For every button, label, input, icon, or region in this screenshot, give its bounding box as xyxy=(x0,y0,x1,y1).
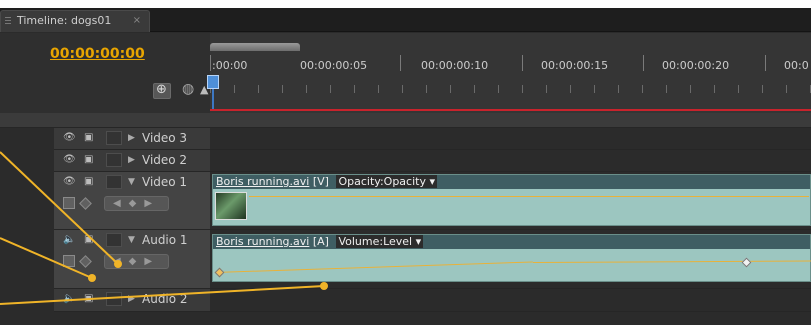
playhead-stem xyxy=(212,89,214,109)
lock-toggle[interactable] xyxy=(106,153,122,167)
track-label: Audio 2 xyxy=(142,292,188,306)
clip-header: Boris running.avi [V] Opacity:Opacity ▾ xyxy=(213,175,810,189)
lock-toggle[interactable] xyxy=(106,175,122,189)
lane-audio2[interactable] xyxy=(210,289,811,312)
timeline-header: 00:00:00:00 ◍ ▲ :00:00 00:00:00:05 00:00… xyxy=(0,33,811,113)
video-clip[interactable]: Boris running.avi [V] Opacity:Opacity ▾ xyxy=(212,174,811,226)
timeline-panel: Timeline: dogs01 × 00:00:00:00 ◍ ▲ :00:0… xyxy=(0,8,811,325)
keyframe-navigator[interactable]: ◀◆▶ xyxy=(104,196,169,211)
keyframe-marker[interactable] xyxy=(214,267,225,278)
volume-rubberband[interactable] xyxy=(214,261,533,273)
ruler-label: 00:0 xyxy=(784,59,809,72)
drag-grip-icon[interactable] xyxy=(5,17,11,26)
clip-property-menu[interactable]: Opacity:Opacity ▾ xyxy=(336,175,437,188)
audio-clip[interactable]: Boris running.avi [A] Volume:Level ▾ xyxy=(212,234,811,282)
snap-icon[interactable] xyxy=(153,82,171,99)
clip-thumbnail xyxy=(215,192,247,220)
ruler-tick xyxy=(210,55,211,71)
track-label: Video 3 xyxy=(142,131,188,145)
lock-toggle[interactable] xyxy=(106,233,122,247)
film-icon[interactable]: ▣ xyxy=(84,234,93,245)
display-style-icon[interactable] xyxy=(63,197,75,209)
work-area-bar[interactable] xyxy=(210,43,300,51)
eye-icon[interactable]: 👁 xyxy=(63,176,76,187)
track-header-audio1[interactable]: 🔈 ▣ ▼ Audio 1 ⋈ ◀◆▶ L R xyxy=(54,230,264,289)
track-label: Audio 1 xyxy=(142,233,188,247)
tab-title: Timeline: dogs01 xyxy=(17,14,112,27)
current-timecode[interactable]: 00:00:00:00 xyxy=(50,46,145,62)
lane-video2[interactable] xyxy=(210,150,811,172)
clip-title: Boris running.avi [A] Volume:Level ▾ xyxy=(216,235,424,249)
close-icon[interactable]: × xyxy=(133,11,141,31)
time-ruler[interactable]: :00:00 00:00:00:05 00:00:00:10 00:00:00:… xyxy=(207,33,811,113)
track-header-audio2[interactable]: 🔈 ▣ ▶ Audio 2 ⋈ xyxy=(54,289,260,312)
speaker-icon[interactable]: 🔈 xyxy=(63,234,75,245)
expand-triangle-icon[interactable]: ▼ xyxy=(128,177,135,187)
playhead-line xyxy=(210,109,811,111)
lock-toggle[interactable] xyxy=(106,131,122,145)
clip-tag: [A] xyxy=(312,235,329,248)
clip-title: Boris running.avi [V] Opacity:Opacity ▾ xyxy=(216,175,437,189)
clip-header: Boris running.avi [A] Volume:Level ▾ xyxy=(213,235,810,249)
ruler-tick xyxy=(400,55,401,71)
clip-name[interactable]: Boris running.avi xyxy=(216,175,309,188)
lock-toggle[interactable] xyxy=(106,292,122,306)
speaker-icon[interactable]: 🔈 xyxy=(63,293,75,304)
ruler-label: 00:00:00:05 xyxy=(300,59,368,72)
keyframe-navigator[interactable]: ◀◆▶ xyxy=(104,254,169,269)
keyframe-marker[interactable] xyxy=(741,257,752,268)
collapse-triangle-icon[interactable]: ▶ xyxy=(128,294,135,304)
film-icon[interactable]: ▣ xyxy=(84,154,93,165)
clip-name[interactable]: Boris running.avi xyxy=(216,235,309,248)
ruler-label: 00:00:00:20 xyxy=(662,59,730,72)
track-display-controls: ◀◆▶ xyxy=(59,252,169,270)
ruler-label: 00:00:00:10 xyxy=(421,59,489,72)
timeline-spacer xyxy=(0,113,811,128)
show-keyframes-icon[interactable] xyxy=(79,197,92,210)
track-header-video2[interactable]: 👁 ▣ ▶ Video 2 xyxy=(54,150,210,172)
ruler-tick xyxy=(522,55,523,71)
film-icon[interactable]: ▣ xyxy=(84,132,93,143)
waveform-display-icon[interactable] xyxy=(63,255,75,267)
track-header-video3[interactable]: 👁 ▣ ▶ Video 3 xyxy=(54,128,210,150)
tab-bar: Timeline: dogs01 × xyxy=(0,8,811,32)
clip-property-menu[interactable]: Volume:Level ▾ xyxy=(336,235,424,248)
film-icon[interactable]: ▣ xyxy=(84,293,93,304)
volume-rubberband[interactable] xyxy=(532,260,811,263)
expand-triangle-icon[interactable]: ▼ xyxy=(128,235,135,245)
eye-icon[interactable]: 👁 xyxy=(63,154,76,165)
ruler-label: 00:00:00:15 xyxy=(541,59,609,72)
clip-tag: [V] xyxy=(312,175,329,188)
ruler-tick xyxy=(765,55,766,71)
ruler-tick xyxy=(643,55,644,71)
timeline-tab[interactable]: Timeline: dogs01 × xyxy=(0,10,150,32)
marker-icon[interactable]: ◍ xyxy=(182,81,200,97)
ruler-label: :00:00 xyxy=(212,59,248,72)
collapse-triangle-icon[interactable]: ▶ xyxy=(128,133,135,143)
lane-video3[interactable] xyxy=(210,128,811,150)
collapse-triangle-icon[interactable]: ▶ xyxy=(128,155,135,165)
track-label: Video 1 xyxy=(142,175,188,189)
film-icon[interactable]: ▣ xyxy=(84,176,93,187)
show-keyframes-icon[interactable] xyxy=(79,255,92,268)
opacity-rubberband[interactable] xyxy=(249,196,809,197)
playhead-handle[interactable] xyxy=(207,75,219,89)
track-header-video1[interactable]: 👁 ▣ ▼ Video 1 ◀◆▶ xyxy=(54,172,210,230)
ruler-ticks xyxy=(210,85,811,93)
eye-icon[interactable]: 👁 xyxy=(63,132,76,143)
track-display-controls: ◀◆▶ xyxy=(59,194,169,212)
track-label: Video 2 xyxy=(142,153,188,167)
